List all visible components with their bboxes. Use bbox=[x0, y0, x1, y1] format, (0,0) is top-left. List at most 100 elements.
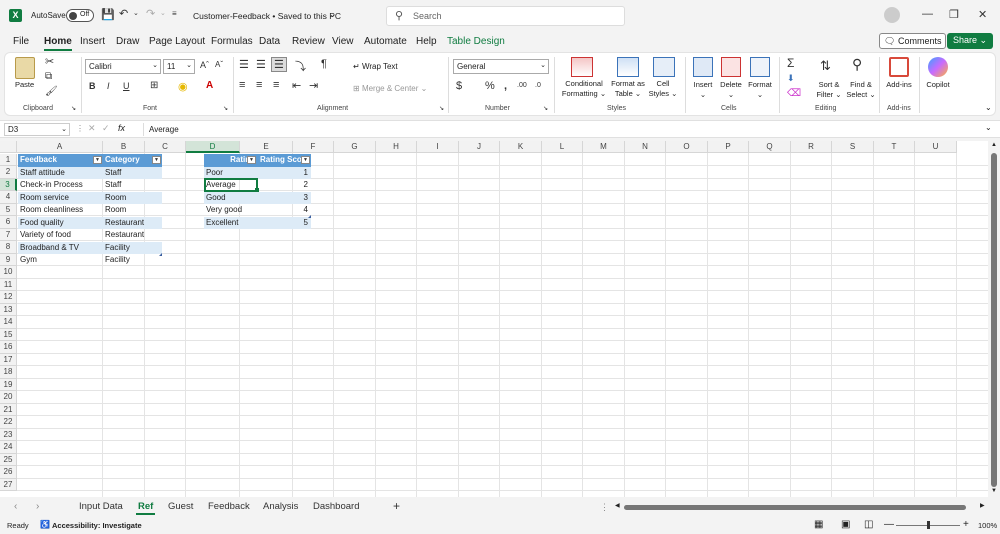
number-launcher-icon[interactable]: ↘ bbox=[543, 105, 548, 112]
autosave-toggle[interactable]: Off bbox=[66, 9, 94, 22]
merge-center-button[interactable]: ⊞ Merge & Center ⌄ bbox=[353, 84, 427, 93]
format-as-table-icon[interactable] bbox=[617, 57, 639, 77]
tab-file[interactable]: File bbox=[13, 36, 29, 47]
column-header-k[interactable]: K bbox=[500, 141, 542, 153]
tab-draw[interactable]: Draw bbox=[116, 36, 139, 47]
cut-icon[interactable]: ✂ bbox=[45, 55, 54, 68]
table1-feedback-cell[interactable]: Room cleanliness bbox=[18, 204, 103, 217]
scroll-down-icon[interactable]: ▼ bbox=[991, 488, 997, 494]
customize-toolbar-icon[interactable]: ≡ bbox=[172, 9, 177, 18]
row-header-8[interactable]: 8 bbox=[0, 241, 17, 254]
minimize-icon[interactable]: — bbox=[922, 8, 933, 20]
sort-filter-button[interactable]: Sort & Filter ⌄ bbox=[811, 80, 847, 100]
comma-style-icon[interactable]: , bbox=[504, 80, 507, 92]
prev-sheet-icon[interactable]: ‹ bbox=[14, 501, 17, 512]
increase-decimal-icon[interactable]: .00 bbox=[517, 82, 527, 89]
row-header-5[interactable]: 5 bbox=[0, 203, 17, 216]
normal-view-icon[interactable]: ▦ bbox=[814, 519, 823, 530]
fill-handle[interactable] bbox=[255, 188, 259, 192]
row-header-16[interactable]: 16 bbox=[0, 341, 17, 354]
sheet-tab-input-data[interactable]: Input Data bbox=[79, 501, 123, 512]
restore-icon[interactable]: ❐ bbox=[949, 8, 959, 21]
tab-review[interactable]: Review bbox=[292, 36, 325, 47]
paste-button[interactable]: Paste bbox=[15, 80, 34, 90]
tab-view[interactable]: View bbox=[332, 36, 354, 47]
table-resize-handle[interactable] bbox=[159, 253, 162, 256]
column-header-b[interactable]: B bbox=[103, 141, 145, 153]
find-select-button[interactable]: Find & Select ⌄ bbox=[843, 80, 879, 100]
font-color-icon[interactable]: A bbox=[206, 80, 213, 91]
page-break-view-icon[interactable]: ◫ bbox=[864, 519, 873, 530]
column-header-m[interactable]: M bbox=[583, 141, 625, 153]
percent-icon[interactable]: % bbox=[485, 80, 495, 92]
row-header-21[interactable]: 21 bbox=[0, 403, 17, 416]
currency-icon[interactable]: $ bbox=[456, 80, 462, 92]
table1-category-cell[interactable]: Restaurant bbox=[103, 216, 162, 229]
format-painter-icon[interactable]: 🖌 bbox=[45, 86, 58, 97]
accessibility-status[interactable]: Accessibility: Investigate bbox=[52, 521, 142, 530]
table1-category-cell[interactable]: Facility bbox=[103, 254, 162, 267]
wrap-text-button[interactable]: ↵ Wrap Text bbox=[353, 62, 398, 71]
vertical-scroll-thumb[interactable] bbox=[991, 153, 997, 487]
decrease-decimal-icon[interactable]: .0 bbox=[535, 82, 541, 89]
tab-data[interactable]: Data bbox=[259, 36, 280, 47]
column-header-s[interactable]: S bbox=[832, 141, 874, 153]
row-header-25[interactable]: 25 bbox=[0, 453, 17, 466]
formula-more-icon[interactable]: ⋮ bbox=[76, 124, 84, 133]
horizontal-scroll-thumb[interactable] bbox=[624, 505, 966, 510]
vertical-scrollbar[interactable]: ▲ ▼ bbox=[988, 141, 1000, 497]
font-size-combo[interactable]: 11 ⌄ bbox=[163, 59, 195, 74]
column-header-o[interactable]: O bbox=[666, 141, 708, 153]
sort-filter-icon[interactable]: ⇅ bbox=[820, 58, 831, 74]
insert-function-icon[interactable]: fx bbox=[118, 123, 125, 133]
align-top-icon[interactable]: ☰ bbox=[239, 58, 249, 71]
column-header-u[interactable]: U bbox=[915, 141, 957, 153]
clipboard-launcher-icon[interactable]: ↘ bbox=[71, 105, 76, 112]
undo-dropdown-icon[interactable]: ⌄ bbox=[133, 9, 139, 17]
font-launcher-icon[interactable]: ↘ bbox=[223, 105, 228, 112]
scroll-right-icon[interactable]: ▶ bbox=[980, 502, 985, 509]
row-header-6[interactable]: 6 bbox=[0, 216, 17, 229]
fill-icon[interactable]: ⬇ bbox=[787, 73, 795, 84]
align-center-icon[interactable]: ≡ bbox=[256, 79, 262, 91]
table2-rating-cell[interactable]: Good bbox=[204, 191, 258, 204]
copilot-button[interactable]: Copilot bbox=[920, 80, 956, 90]
tab-home[interactable]: Home bbox=[44, 36, 72, 51]
column-header-i[interactable]: I bbox=[417, 141, 459, 153]
underline-icon[interactable]: U bbox=[123, 81, 130, 91]
alignment-launcher-icon[interactable]: ↘ bbox=[439, 105, 444, 112]
scroll-up-icon[interactable]: ▲ bbox=[991, 142, 997, 148]
column-header-q[interactable]: Q bbox=[749, 141, 791, 153]
conditional-formatting-button[interactable]: Conditional Formatting ⌄ bbox=[559, 79, 609, 99]
column-header-e[interactable]: E bbox=[240, 141, 293, 153]
table2-score-cell[interactable]: 3 bbox=[258, 191, 311, 204]
tab-automate[interactable]: Automate bbox=[364, 36, 407, 47]
account-avatar[interactable] bbox=[884, 7, 900, 23]
column-header-j[interactable]: J bbox=[459, 141, 500, 153]
sheet-tab-dashboard[interactable]: Dashboard bbox=[313, 501, 359, 512]
column-header-l[interactable]: L bbox=[542, 141, 583, 153]
row-header-2[interactable]: 2 bbox=[0, 166, 17, 179]
confirm-entry-icon[interactable]: ✓ bbox=[102, 123, 110, 134]
tab-page-layout[interactable]: Page Layout bbox=[149, 36, 205, 47]
tab-formulas[interactable]: Formulas bbox=[211, 36, 253, 47]
conditional-formatting-icon[interactable] bbox=[571, 57, 593, 77]
fill-color-icon[interactable]: ◉ bbox=[178, 80, 188, 93]
row-header-11[interactable]: 11 bbox=[0, 278, 17, 291]
copilot-icon[interactable] bbox=[928, 57, 948, 77]
paste-icon[interactable] bbox=[15, 57, 35, 79]
autosum-icon[interactable]: Σ bbox=[787, 56, 794, 70]
add-ins-button[interactable]: Add-ins bbox=[881, 80, 917, 90]
column-header-p[interactable]: P bbox=[708, 141, 749, 153]
align-bottom-icon[interactable]: ☰ bbox=[271, 57, 287, 72]
tab-split-handle-icon[interactable]: ⋮ bbox=[600, 502, 609, 513]
table1-category-cell[interactable]: Facility bbox=[103, 241, 162, 254]
sheet-tab-feedback[interactable]: Feedback bbox=[208, 501, 250, 512]
table1-feedback-cell[interactable]: Staff attitude bbox=[18, 166, 103, 179]
number-format-combo[interactable]: General ⌄ bbox=[453, 59, 549, 74]
redo-dropdown-icon[interactable]: ⌄ bbox=[160, 9, 166, 17]
table2-score-cell[interactable]: 5 bbox=[258, 216, 311, 229]
decrease-font-icon[interactable]: Aˇ bbox=[215, 60, 223, 69]
table2-rating-cell[interactable]: Excellent bbox=[204, 216, 258, 229]
format-cells-button[interactable]: Format ⌄ bbox=[742, 80, 778, 100]
